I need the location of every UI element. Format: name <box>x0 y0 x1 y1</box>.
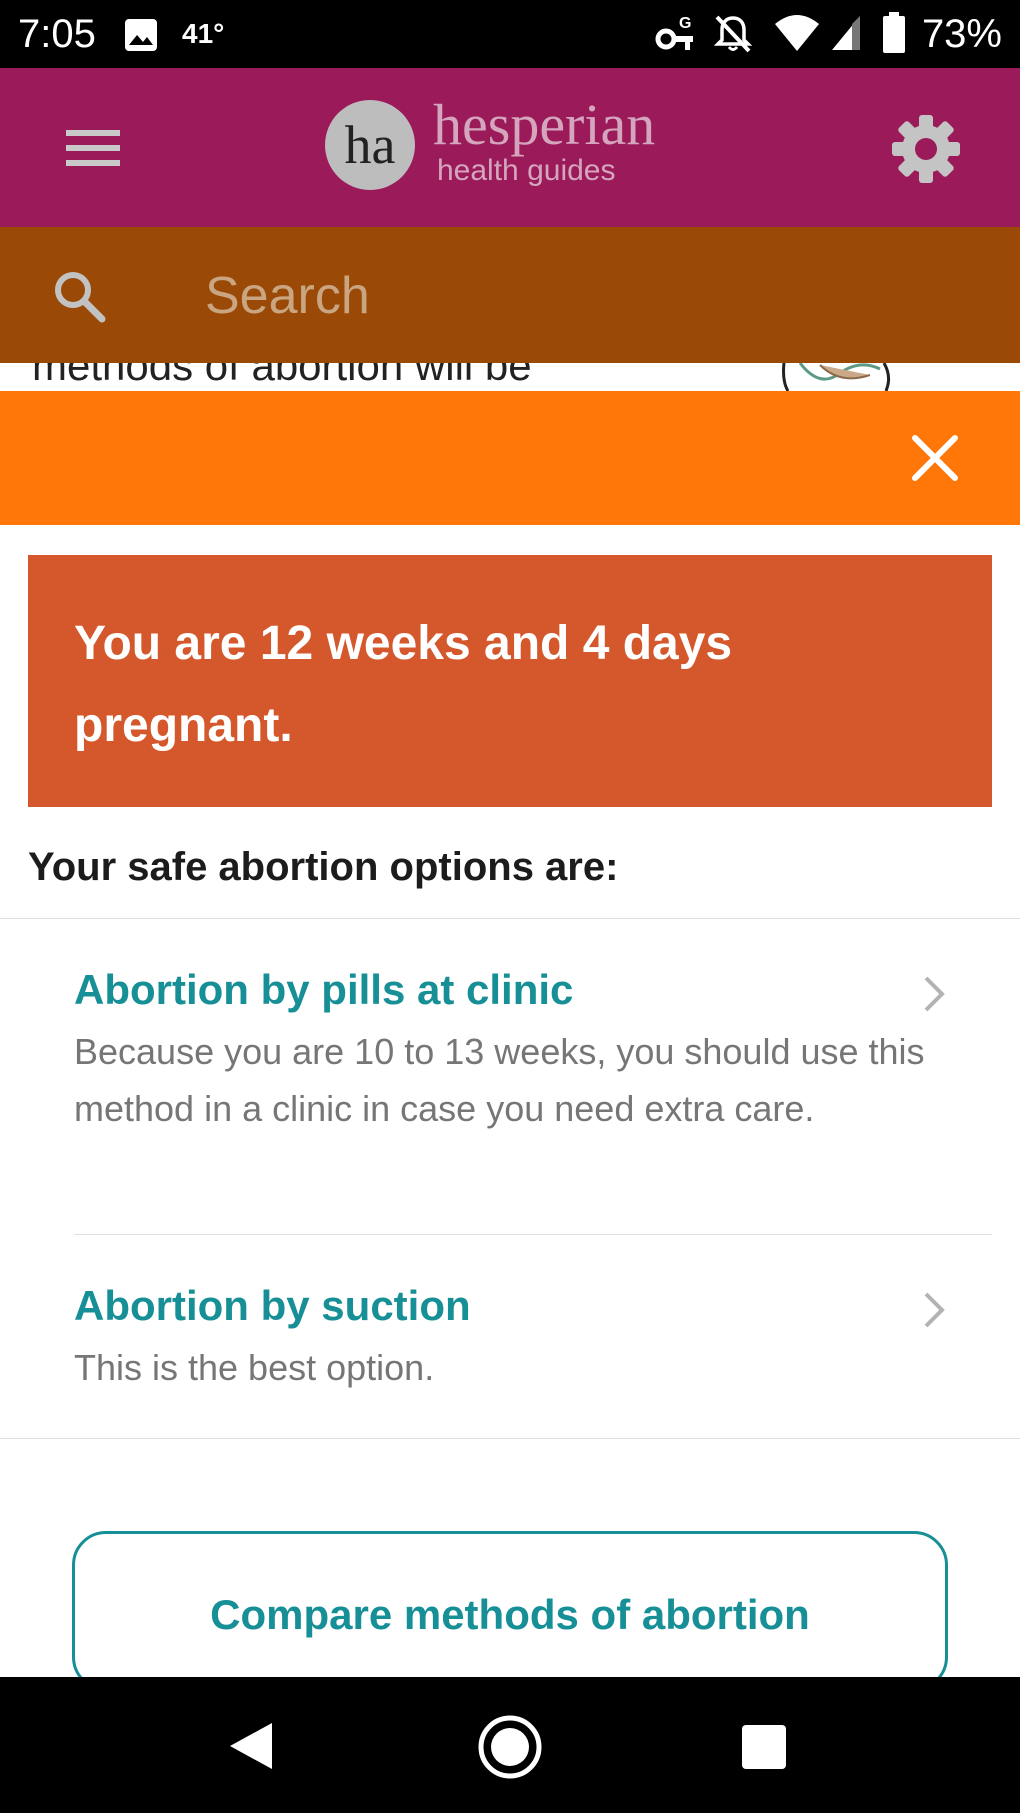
divider <box>74 1234 992 1235</box>
logo-letters: ha <box>344 115 396 175</box>
brand-name: hesperian <box>433 92 656 157</box>
brand-subtitle: health guides <box>437 154 616 187</box>
app-header: ha hesperian health guides <box>0 68 1020 227</box>
search-input[interactable] <box>205 261 905 331</box>
pregnancy-duration-text: You are 12 weeks and 4 days pregnant. <box>74 617 733 752</box>
illustration <box>782 363 891 391</box>
system-nav-bar <box>0 1677 1020 1813</box>
compare-methods-button[interactable]: Compare methods of abortion <box>72 1531 948 1691</box>
chevron-right-icon <box>924 1292 945 1328</box>
vpn-key-icon: G <box>655 15 693 50</box>
recents-icon[interactable] <box>741 1724 787 1770</box>
hesperian-logo: ha hesperian health guides <box>0 68 1020 227</box>
close-icon[interactable] <box>912 435 958 481</box>
wifi-icon <box>775 15 819 51</box>
svg-text:G: G <box>679 15 691 32</box>
option-description: This is the best option. <box>74 1347 435 1388</box>
status-time: 7:05 <box>18 12 96 56</box>
background-page: methods of abortion will be <box>0 363 1020 391</box>
status-bar: 7:05 41° G 73% <box>0 0 1020 68</box>
search-icon[interactable] <box>52 269 106 323</box>
compare-methods-label: Compare methods of abortion <box>210 1591 810 1638</box>
divider <box>0 918 1020 919</box>
logo-mark <box>325 100 415 190</box>
battery-icon <box>883 12 905 53</box>
image-icon <box>125 19 157 51</box>
search-bar <box>0 227 1020 363</box>
status-temperature: 41° <box>182 18 225 49</box>
option-description: Because you are 10 to 13 weeks, you shou… <box>74 1031 925 1129</box>
result-panel-header <box>0 391 1020 525</box>
notifications-off-icon <box>714 15 752 53</box>
option-pills-at-clinic[interactable]: Abortion by pills at clinic Because you … <box>0 940 1020 1235</box>
option-suction[interactable]: Abortion by suction This is the best opt… <box>0 1256 1020 1436</box>
option-title: Abortion by suction <box>74 1282 471 1329</box>
options-heading: Your safe abortion options are: <box>28 845 619 889</box>
battery-percentage: 73% <box>921 12 1002 56</box>
background-page-text: methods of abortion will be <box>32 363 532 389</box>
gear-icon[interactable] <box>890 113 962 185</box>
chevron-right-icon <box>924 976 945 1012</box>
option-title: Abortion by pills at clinic <box>74 966 574 1013</box>
back-icon[interactable] <box>228 1721 274 1771</box>
cell-signal-icon <box>832 16 860 50</box>
home-icon[interactable] <box>477 1714 543 1780</box>
pregnancy-duration-alert: You are 12 weeks and 4 days pregnant. <box>28 555 992 807</box>
hamburger-menu-icon[interactable] <box>66 128 120 168</box>
divider <box>0 1438 1020 1439</box>
